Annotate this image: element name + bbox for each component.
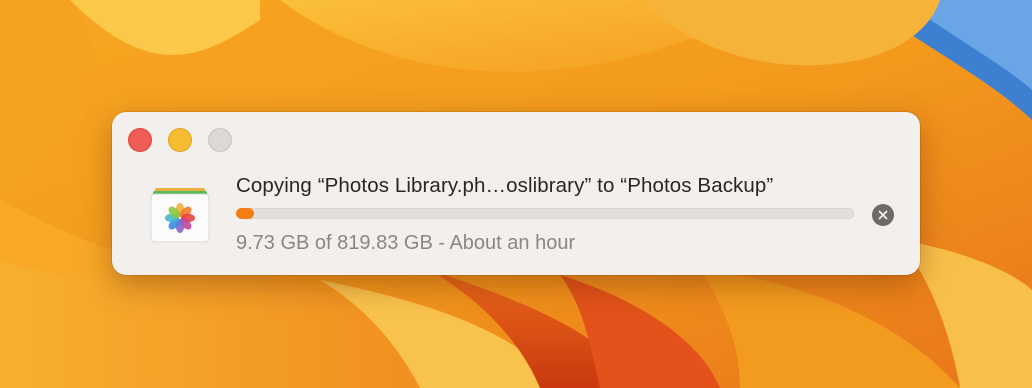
- stop-x-icon: [878, 210, 888, 220]
- close-window-button[interactable]: [128, 128, 152, 152]
- minimize-window-button[interactable]: [168, 128, 192, 152]
- copy-progress-bar: [236, 208, 854, 219]
- copy-progress-fill: [236, 208, 254, 219]
- photos-library-icon: [148, 184, 212, 244]
- stop-copy-button[interactable]: [872, 204, 894, 226]
- copy-status: 9.73 GB of 819.83 GB - About an hour: [236, 232, 576, 254]
- zoom-window-button[interactable]: [208, 128, 232, 152]
- copy-title: Copying “Photos Library.ph…oslibrary” to…: [236, 174, 774, 197]
- desktop: Copying “Photos Library.ph…oslibrary” to…: [0, 0, 1032, 388]
- copy-progress-dialog: Copying “Photos Library.ph…oslibrary” to…: [112, 112, 920, 275]
